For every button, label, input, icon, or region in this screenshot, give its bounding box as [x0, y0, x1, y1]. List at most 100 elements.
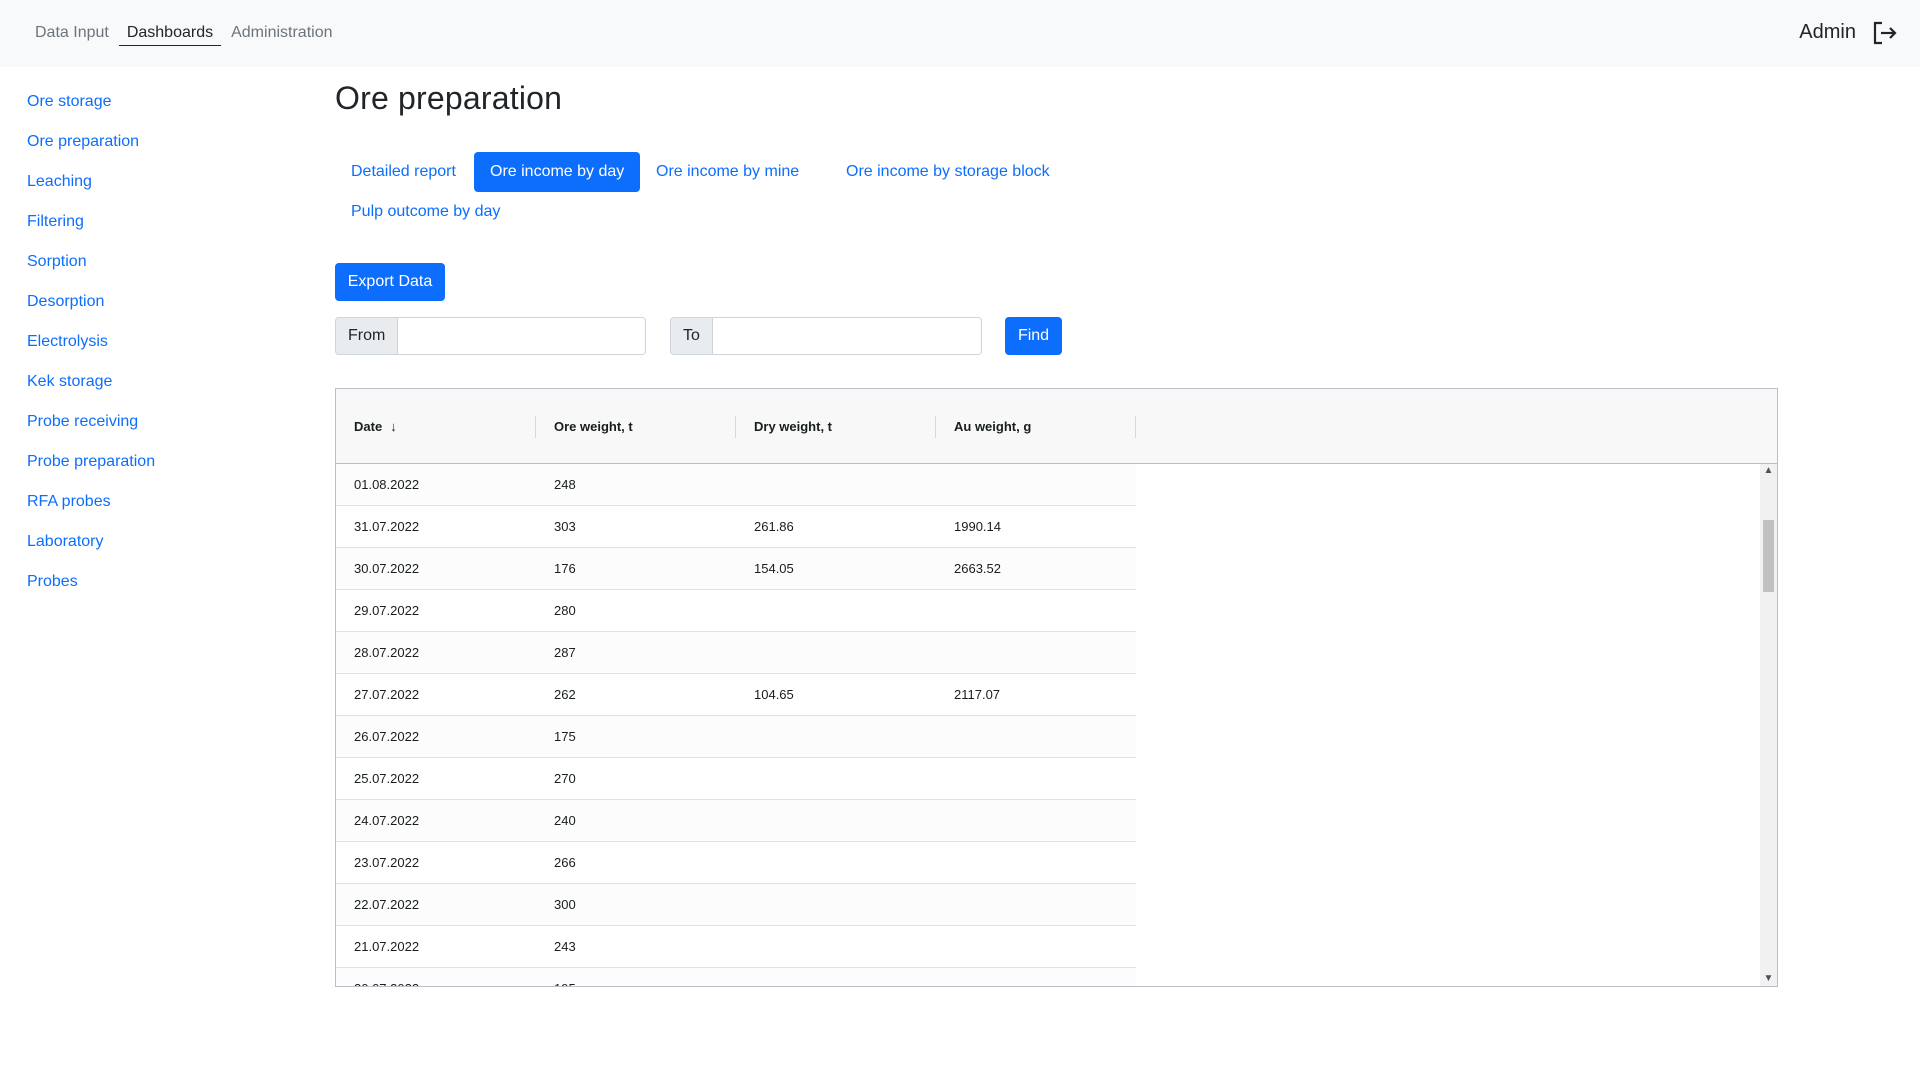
- table-cell: [936, 842, 1136, 884]
- table-row[interactable]: 29.07.2022 280: [336, 590, 1136, 632]
- from-date-group: From: [335, 317, 647, 355]
- table-cell: 248: [554, 477, 576, 492]
- column-header-ore-weight[interactable]: Ore weight, t: [536, 389, 736, 464]
- sidebar-item-filtering[interactable]: Filtering: [27, 210, 287, 250]
- table-row[interactable]: 21.07.2022 243: [336, 926, 1136, 968]
- table-cell: [936, 884, 1136, 926]
- table-cell: 26.07.2022: [354, 729, 420, 744]
- data-grid: Date ↓ Ore weight, t Dry weight, t Au wei…: [335, 388, 1778, 987]
- column-header-date[interactable]: Date ↓: [336, 389, 536, 464]
- sidebar-item-desorption[interactable]: Desorption: [27, 290, 287, 330]
- table-row[interactable]: 27.07.2022 262 104.65 2117.07: [336, 674, 1136, 716]
- table-cell: 240: [554, 813, 576, 828]
- table-cell: 243: [554, 939, 576, 954]
- table-cell: 261.86: [754, 519, 794, 534]
- table-cell: [936, 632, 1136, 674]
- scroll-down-icon[interactable]: ▼: [1760, 972, 1777, 986]
- column-header-label: Date: [354, 419, 383, 434]
- scroll-up-icon[interactable]: ▲: [1760, 464, 1777, 478]
- sidebar-item-kek-storage[interactable]: Kek storage: [27, 370, 287, 410]
- table-cell: 1990.14: [954, 519, 1001, 534]
- sidebar-item-leaching[interactable]: Leaching: [27, 170, 287, 210]
- table-cell: [736, 800, 936, 842]
- table-cell: 2663.52: [954, 561, 1001, 576]
- table-cell: 262: [554, 687, 576, 702]
- to-date-input[interactable]: [712, 317, 982, 355]
- table-row[interactable]: 25.07.2022 270: [336, 758, 1136, 800]
- table-cell: [736, 758, 936, 800]
- table-cell: 300: [554, 897, 576, 912]
- table-cell: [936, 590, 1136, 632]
- sidebar-item-probes[interactable]: Probes: [27, 570, 287, 610]
- arrow-down-icon: ↓: [390, 419, 397, 434]
- table-row[interactable]: 31.07.2022 303 261.86 1990.14: [336, 506, 1136, 548]
- table-cell: [736, 632, 936, 674]
- find-button[interactable]: Find: [1005, 317, 1062, 355]
- nav-link-administration[interactable]: Administration: [223, 20, 340, 46]
- to-date-group: To: [670, 317, 982, 355]
- table-row[interactable]: 01.08.2022 248: [336, 464, 1136, 506]
- logout-icon[interactable]: [1870, 19, 1898, 47]
- table-cell: 2117.07: [954, 687, 1001, 702]
- grid-header: Date ↓ Ore weight, t Dry weight, t Au wei…: [336, 389, 1777, 464]
- table-cell: 23.07.2022: [354, 855, 420, 870]
- table-cell: [936, 758, 1136, 800]
- table-cell: [736, 842, 936, 884]
- table-cell: [736, 968, 936, 986]
- table-cell: 104.65: [754, 687, 794, 702]
- top-navbar: Data Input Dashboards Administration Adm…: [0, 0, 1920, 67]
- sidebar-item-sorption[interactable]: Sorption: [27, 250, 287, 290]
- sidebar: Ore storage Ore preparation Leaching Fil…: [27, 90, 287, 610]
- tab-ore-income-by-storage-block[interactable]: Ore income by storage block: [830, 152, 1066, 192]
- from-date-input[interactable]: [398, 317, 647, 355]
- tab-detailed-report[interactable]: Detailed report: [335, 152, 472, 192]
- sidebar-item-rfa-probes[interactable]: RFA probes: [27, 490, 287, 530]
- table-row[interactable]: 23.07.2022 266: [336, 842, 1136, 884]
- tab-ore-income-by-mine[interactable]: Ore income by mine: [640, 152, 815, 192]
- table-row[interactable]: 20.07.2022195: [336, 968, 1136, 986]
- table-cell: [736, 926, 936, 968]
- table-cell: 25.07.2022: [354, 771, 420, 786]
- table-row[interactable]: 22.07.2022 300: [336, 884, 1136, 926]
- vertical-scrollbar[interactable]: ▲ ▼: [1760, 464, 1777, 986]
- table-cell: 175: [554, 729, 576, 744]
- export-data-button[interactable]: Export Data: [335, 263, 445, 301]
- table-cell: 31.07.2022: [354, 519, 420, 534]
- table-cell: [736, 884, 936, 926]
- table-cell: 22.07.2022: [354, 897, 420, 912]
- table-cell: 28.07.2022: [354, 645, 420, 660]
- table-cell: 27.07.2022: [354, 687, 420, 702]
- table-row[interactable]: 30.07.2022 176 154.05 2663.52: [336, 548, 1136, 590]
- table-cell: 270: [554, 771, 576, 786]
- to-label: To: [670, 317, 713, 355]
- table-cell: 01.08.2022: [354, 477, 420, 492]
- sidebar-item-probe-receiving[interactable]: Probe receiving: [27, 410, 287, 450]
- tab-pulp-outcome-by-day[interactable]: Pulp outcome by day: [335, 192, 516, 232]
- tab-ore-income-by-day[interactable]: Ore income by day: [474, 152, 641, 192]
- table-cell: 21.07.2022: [354, 939, 420, 954]
- table-row[interactable]: 26.07.2022 175: [336, 716, 1136, 758]
- table-cell: [736, 464, 936, 506]
- table-cell: 266: [554, 855, 576, 870]
- table-cell: 303: [554, 519, 576, 534]
- sidebar-item-electrolysis[interactable]: Electrolysis: [27, 330, 287, 370]
- table-cell: 287: [554, 645, 576, 660]
- sidebar-item-laboratory[interactable]: Laboratory: [27, 530, 287, 570]
- table-cell: [736, 716, 936, 758]
- sidebar-item-ore-preparation[interactable]: Ore preparation: [27, 130, 287, 170]
- column-header-dry-weight[interactable]: Dry weight, t: [736, 389, 936, 464]
- scrollbar-thumb[interactable]: [1763, 520, 1774, 592]
- from-label: From: [335, 317, 399, 355]
- table-row[interactable]: 28.07.2022 287: [336, 632, 1136, 674]
- user-name: Admin: [1799, 21, 1856, 43]
- column-header-au-weight[interactable]: Au weight, g: [936, 389, 1136, 464]
- nav-link-dashboards[interactable]: Dashboards: [118, 20, 222, 46]
- table-cell: 29.07.2022: [354, 603, 420, 618]
- nav-links: Data Input Dashboards Administration: [27, 20, 342, 46]
- page-title: Ore preparation: [335, 80, 563, 116]
- table-cell: 154.05: [754, 561, 794, 576]
- nav-link-data-input[interactable]: Data Input: [27, 20, 117, 46]
- sidebar-item-ore-storage[interactable]: Ore storage: [27, 90, 287, 130]
- table-row[interactable]: 24.07.2022 240: [336, 800, 1136, 842]
- sidebar-item-probe-preparation[interactable]: Probe preparation: [27, 450, 287, 490]
